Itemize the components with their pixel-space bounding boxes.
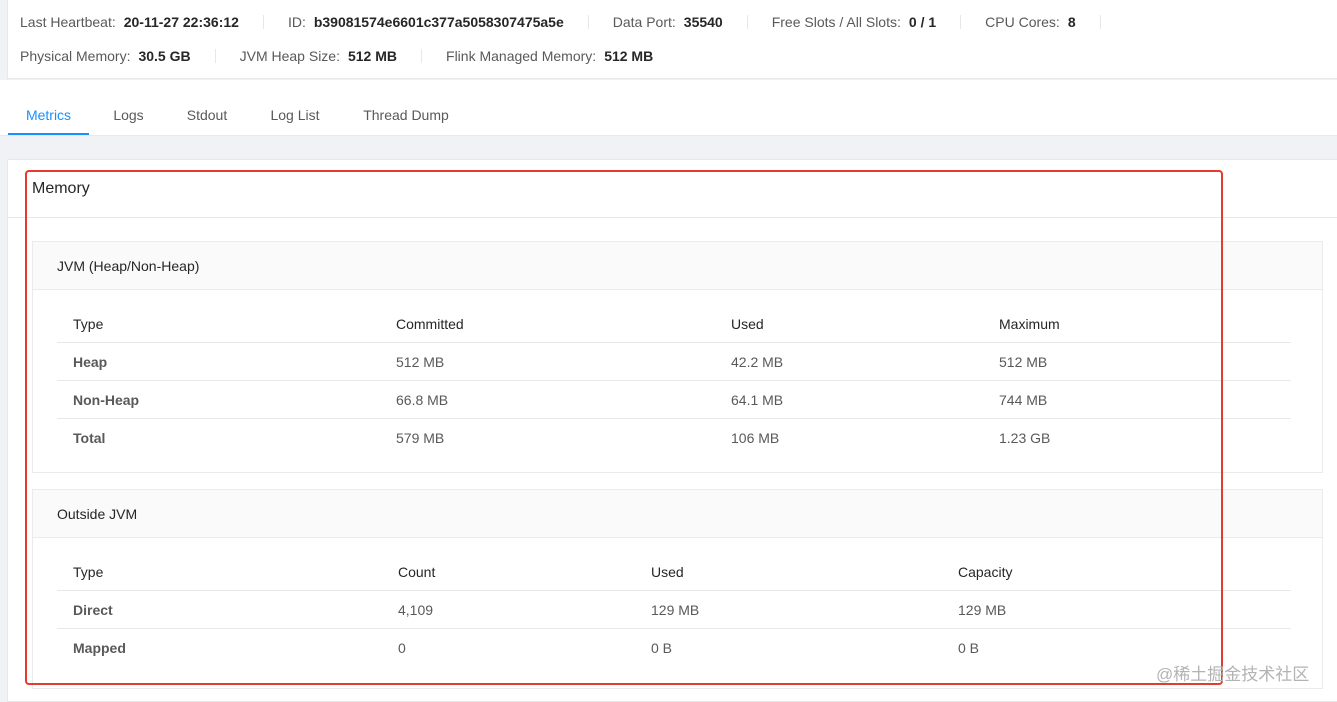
info-slots: Free Slots / All Slots: 0 / 1 xyxy=(771,14,962,30)
row-type: Heap xyxy=(57,342,380,381)
cell-used: 0 B xyxy=(651,639,673,656)
table-row: Heap 512 MB 42.2 MB 512 MB xyxy=(57,342,1291,381)
info-label: JVM Heap Size: xyxy=(239,48,340,64)
column-header: Type xyxy=(57,305,380,343)
jvm-section-header: JVM (Heap/Non-Heap) xyxy=(33,242,1322,290)
memory-card: Memory JVM (Heap/Non-Heap) Type Committe… xyxy=(7,159,1337,702)
info-data-port: Data Port: 35540 xyxy=(612,14,748,30)
outside-jvm-header: Outside JVM xyxy=(33,490,1322,538)
tab-metrics[interactable]: Metrics xyxy=(8,80,89,135)
column-header: Capacity xyxy=(942,553,1291,591)
cell-maximum: 1.23 GB xyxy=(999,429,1051,446)
tab-log-list[interactable]: Log List xyxy=(261,80,329,135)
info-value: 20-11-27 22:36:12 xyxy=(123,14,239,30)
memory-card-title: Memory xyxy=(32,180,90,197)
cell-maximum: 512 MB xyxy=(983,342,1291,381)
info-label: Last Heartbeat: xyxy=(20,14,116,30)
info-physical-memory: Physical Memory: 30.5 GB xyxy=(20,48,216,64)
cell-used: 64.1 MB xyxy=(715,380,983,419)
column-header: Used xyxy=(715,305,983,343)
column-header: Committed xyxy=(380,305,715,343)
info-row-1: Last Heartbeat: 20-11-27 22:36:12 ID: b3… xyxy=(20,11,1125,33)
info-value: b39081574e6601c377a5058307475a5e xyxy=(313,14,564,30)
table-row: Mapped 0 0 B 0 B xyxy=(57,629,1291,667)
row-type: Total xyxy=(73,429,106,446)
cell-capacity: 129 MB xyxy=(942,590,1291,629)
cell-count: 0 xyxy=(398,639,406,656)
info-row-2: Physical Memory: 30.5 GB JVM Heap Size: … xyxy=(20,45,701,67)
tab-stdout[interactable]: Stdout xyxy=(176,80,238,135)
info-label: Physical Memory: xyxy=(20,48,131,64)
info-cpu-cores: CPU Cores: 8 xyxy=(985,14,1101,30)
info-jvm-heap-size: JVM Heap Size: 512 MB xyxy=(239,48,423,64)
cell-used: 42.2 MB xyxy=(715,342,983,381)
info-value: 8 xyxy=(1067,14,1076,30)
outside-jvm-section: Outside JVM Type Count Used Capacity Dir… xyxy=(32,489,1323,689)
cell-used: 106 MB xyxy=(731,429,780,446)
column-header: Type xyxy=(57,553,382,591)
table-row: Direct 4,109 129 MB 129 MB xyxy=(57,590,1291,629)
outside-jvm-title: Outside JVM xyxy=(57,506,138,522)
info-id: ID: b39081574e6601c377a5058307475a5e xyxy=(287,14,589,30)
cell-maximum: 744 MB xyxy=(983,380,1291,419)
info-value: 512 MB xyxy=(604,48,654,64)
table-header-row: Type Committed Used Maximum xyxy=(57,305,1291,343)
info-value: 0 / 1 xyxy=(908,14,937,30)
column-header: Used xyxy=(635,553,942,591)
jvm-memory-table: Type Committed Used Maximum Heap 512 MB … xyxy=(57,305,1291,456)
info-label: ID: xyxy=(287,14,306,30)
info-label: Flink Managed Memory: xyxy=(446,48,597,64)
memory-card-header: Memory xyxy=(8,160,1337,218)
table-row: Non-Heap 66.8 MB 64.1 MB 744 MB xyxy=(57,380,1291,419)
table-row: Total 579 MB 106 MB 1.23 GB xyxy=(57,419,1291,457)
row-type: Mapped xyxy=(73,639,126,656)
tab-logs[interactable]: Logs xyxy=(105,80,152,135)
cell-committed: 579 MB xyxy=(396,429,445,446)
outside-jvm-table: Type Count Used Capacity Direct 4,109 12… xyxy=(57,553,1291,666)
column-header: Count xyxy=(382,553,635,591)
table-header-row: Type Count Used Capacity xyxy=(57,553,1291,591)
info-managed-memory: Flink Managed Memory: 512 MB xyxy=(446,48,677,64)
task-manager-info-panel: Last Heartbeat: 20-11-27 22:36:12 ID: b3… xyxy=(7,0,1337,79)
info-value: 512 MB xyxy=(347,48,398,64)
row-type: Non-Heap xyxy=(57,380,380,419)
tabs-bar: Metrics Logs Stdout Log List Thread Dump xyxy=(0,80,1337,136)
cell-committed: 66.8 MB xyxy=(380,380,715,419)
info-value: 30.5 GB xyxy=(138,48,191,64)
info-label: CPU Cores: xyxy=(985,14,1060,30)
info-last-heartbeat: Last Heartbeat: 20-11-27 22:36:12 xyxy=(20,14,264,30)
info-label: Data Port: xyxy=(612,14,676,30)
info-label: Free Slots / All Slots: xyxy=(771,14,901,30)
cell-used: 129 MB xyxy=(635,590,942,629)
jvm-memory-section: JVM (Heap/Non-Heap) Type Committed Used … xyxy=(32,241,1323,473)
column-header: Maximum xyxy=(983,305,1291,343)
jvm-section-title: JVM (Heap/Non-Heap) xyxy=(57,258,200,274)
cell-count: 4,109 xyxy=(382,590,635,629)
row-type: Direct xyxy=(57,590,382,629)
cell-committed: 512 MB xyxy=(380,342,715,381)
watermark: @稀土掘金技术社区 xyxy=(1156,665,1310,684)
info-value: 35540 xyxy=(683,14,723,30)
tab-thread-dump[interactable]: Thread Dump xyxy=(352,80,460,135)
